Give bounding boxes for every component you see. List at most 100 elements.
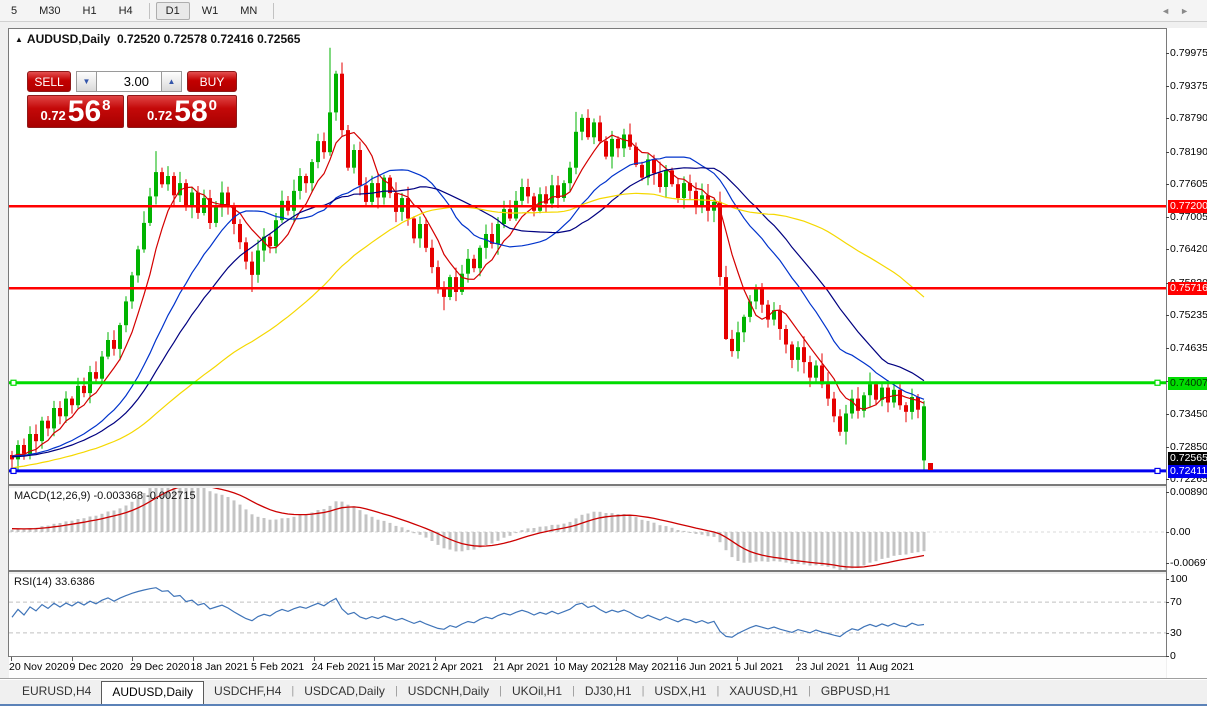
- date-tick-label: 2 Apr 2021: [433, 661, 484, 673]
- axis-tick-label: 70: [1170, 596, 1182, 609]
- timeframe-button-w1[interactable]: W1: [192, 2, 229, 20]
- buy-price-prefix: 0.72: [147, 108, 172, 123]
- timeframe-button-m30[interactable]: M30: [29, 2, 70, 20]
- chart-tab-gbpusd[interactable]: GBPUSD,H1: [811, 680, 900, 704]
- axis-tick-mark: [1166, 86, 1169, 87]
- chart-tab-usdx[interactable]: USDX,H1: [644, 680, 716, 704]
- sell-price-prefix: 0.72: [40, 108, 65, 123]
- expand-arrow-icon[interactable]: ▲: [15, 35, 23, 44]
- chart-symbol: AUDUSD,Daily: [27, 32, 110, 46]
- spinner-up-icon: ▲: [168, 77, 176, 86]
- date-tick-label: 15 Mar 2021: [372, 661, 431, 673]
- volume-increase-button[interactable]: ▲: [161, 71, 182, 92]
- buy-button[interactable]: BUY: [187, 71, 237, 92]
- tab-scroll-right-icon[interactable]: ►: [1180, 6, 1199, 16]
- price-axis[interactable]: 0.799750.793750.787900.781900.776050.770…: [1167, 28, 1207, 678]
- axis-tick-mark: [1166, 532, 1169, 533]
- chart-tab-eurusd[interactable]: EURUSD,H4: [12, 680, 101, 704]
- axis-tick-label: 0.75235: [1170, 309, 1207, 322]
- date-tick-label: 24 Feb 2021: [312, 661, 371, 673]
- date-tick-mark: [435, 657, 436, 661]
- timeframe-button-d1[interactable]: D1: [156, 2, 190, 20]
- rsi-panel: RSI(14) 33.6386: [9, 574, 1166, 656]
- date-tick-mark: [556, 657, 557, 661]
- date-tick-label: 20 Nov 2020: [9, 661, 69, 673]
- axis-tick-mark: [1166, 315, 1169, 316]
- price-level-label: 0.75716: [1168, 282, 1207, 295]
- panel-divider[interactable]: [9, 484, 1166, 486]
- axis-tick-label: 0.00: [1170, 526, 1190, 539]
- date-tick-mark: [253, 657, 254, 661]
- axis-tick-label: 0.77605: [1170, 178, 1207, 191]
- axis-tick-label: 0.79375: [1170, 80, 1207, 93]
- chart-tab-xauusd[interactable]: XAUUSD,H1: [719, 680, 808, 704]
- price-level-label: 0.77200: [1168, 200, 1207, 213]
- timeframe-button-h4[interactable]: H4: [109, 2, 143, 20]
- panel-divider[interactable]: [9, 570, 1166, 572]
- date-tick-label: 10 May 2021: [554, 661, 615, 673]
- date-tick-mark: [132, 657, 133, 661]
- axis-tick-label: 0.008903: [1170, 486, 1207, 499]
- axis-tick-label: 0.78190: [1170, 146, 1207, 159]
- date-tick-mark: [495, 657, 496, 661]
- date-tick-label: 23 Jul 2021: [796, 661, 850, 673]
- buy-price-big: 58: [174, 98, 207, 126]
- volume-field[interactable]: 3.00: [97, 71, 161, 92]
- chart-tab-ukoil[interactable]: UKOil,H1: [502, 680, 572, 704]
- sell-price-box[interactable]: 0.72568: [27, 95, 124, 128]
- axis-tick-mark: [1166, 563, 1169, 564]
- date-tick-mark: [798, 657, 799, 661]
- sell-price-big: 56: [68, 98, 101, 126]
- volume-decrease-button[interactable]: ▼: [76, 71, 97, 92]
- date-tick-mark: [374, 657, 375, 661]
- tab-scroll-left-icon[interactable]: ◄: [1161, 6, 1180, 16]
- date-tick-mark: [616, 657, 617, 661]
- date-tick-mark: [737, 657, 738, 661]
- axis-tick-mark: [1166, 492, 1169, 493]
- axis-tick-mark: [1166, 118, 1169, 119]
- date-tick-label: 18 Jan 2021: [191, 661, 249, 673]
- rsi-chart: [9, 574, 1166, 656]
- price-level-label: 0.72411: [1168, 465, 1207, 478]
- date-tick-mark: [193, 657, 194, 661]
- macd-panel: MACD(12,26,9) -0.003368 -0.002715: [9, 488, 1166, 570]
- axis-tick-label: 0.78790: [1170, 112, 1207, 125]
- chart-title: ▲AUDUSD,Daily 0.72520 0.72578 0.72416 0.…: [15, 32, 300, 46]
- buy-price-box[interactable]: 0.72580: [127, 95, 237, 128]
- timeframe-button-mn[interactable]: MN: [230, 2, 267, 20]
- date-tick-label: 5 Feb 2021: [251, 661, 304, 673]
- date-tick-label: 16 Jun 2021: [675, 661, 733, 673]
- axis-tick-label: -0.00697: [1170, 557, 1207, 570]
- rsi-label: RSI(14) 33.6386: [14, 576, 95, 588]
- date-tick-label: 29 Dec 2020: [130, 661, 190, 673]
- date-tick-mark: [11, 657, 12, 661]
- chart-tab-usdcad[interactable]: USDCAD,Daily: [294, 680, 395, 704]
- axis-tick-mark: [1166, 184, 1169, 185]
- sell-button[interactable]: SELL: [27, 71, 71, 92]
- sell-price-sup: 8: [102, 97, 110, 114]
- axis-tick-label: 0: [1170, 650, 1176, 663]
- chart-tab-usdcnh[interactable]: USDCNH,Daily: [398, 680, 499, 704]
- axis-tick-mark: [1166, 602, 1169, 603]
- axis-tick-mark: [1166, 152, 1169, 153]
- mt4-window: 5M30H1H4D1W1MN ▲AUDUSD,Daily 0.72520 0.7…: [0, 0, 1207, 706]
- chart-tab-bar: EURUSD,H4AUDUSD,DailyUSDCHF,H4|USDCAD,Da…: [0, 679, 1207, 704]
- tab-scroll-arrows[interactable]: ◄►: [1161, 6, 1199, 16]
- date-tick-label: 9 Dec 2020: [70, 661, 124, 673]
- axis-tick-mark: [1166, 579, 1169, 580]
- timeframe-button-h1[interactable]: H1: [73, 2, 107, 20]
- axis-tick-mark: [1166, 217, 1169, 218]
- one-click-trading-panel: SELL ▼ 3.00 ▲ BUY 0.72568 0.72580: [27, 71, 237, 128]
- axis-tick-mark: [1166, 447, 1169, 448]
- axis-tick-mark: [1166, 249, 1169, 250]
- chart-tab-usdchf[interactable]: USDCHF,H4: [204, 680, 291, 704]
- axis-tick-label: 0.79975: [1170, 47, 1207, 60]
- timeframe-button-5[interactable]: 5: [1, 2, 27, 20]
- chart-tab-audusd[interactable]: AUDUSD,Daily: [101, 681, 204, 704]
- date-tick-label: 21 Apr 2021: [493, 661, 550, 673]
- axis-tick-mark: [1166, 53, 1169, 54]
- axis-tick-label: 100: [1170, 573, 1188, 586]
- date-tick-mark: [72, 657, 73, 661]
- chart-tab-dj30[interactable]: DJ30,H1: [575, 680, 642, 704]
- main-chart-panel[interactable]: ▲AUDUSD,Daily 0.72520 0.72578 0.72416 0.…: [9, 29, 1166, 484]
